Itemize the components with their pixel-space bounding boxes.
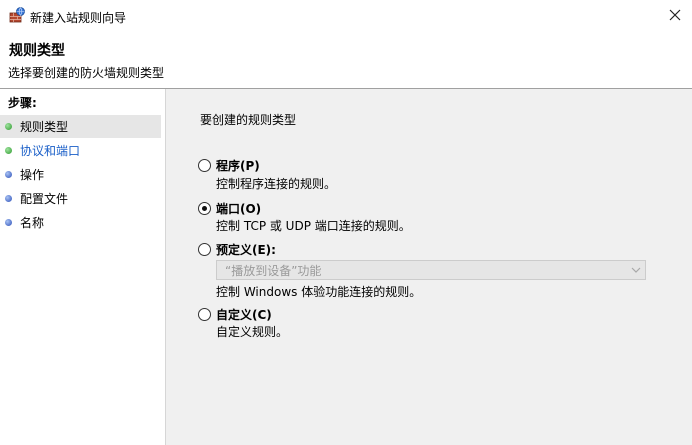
steps-sidebar: 步骤: 规则类型 协议和端口 操作 配置文件 名称 [0,89,165,445]
radio-button[interactable] [198,308,211,321]
step-rule-type[interactable]: 规则类型 [0,115,161,138]
option-description: 控制 Windows 体验功能连接的规则。 [216,285,422,299]
step-blue-dot-icon [5,195,12,202]
step-action[interactable]: 操作 [0,163,161,186]
title-bar: 新建入站规则向导 [0,0,692,34]
rule-type-question: 要创建的规则类型 [200,113,297,127]
option-label: 端口(O) [216,202,262,216]
option-label: 程序(P) [216,159,260,173]
close-button[interactable] [658,0,692,32]
option-description: 控制程序连接的规则。 [216,177,337,191]
close-icon [669,9,681,24]
step-name[interactable]: 名称 [0,211,161,234]
option-port-radio[interactable]: 端口(O) [198,200,261,217]
step-profile[interactable]: 配置文件 [0,187,161,210]
option-predefined-radio[interactable]: 预定义(E): [198,241,276,258]
predefined-rule-dropdown[interactable]: “播放到设备”功能 [216,260,646,280]
step-green-dot-icon [5,123,12,130]
radio-button[interactable] [198,243,211,256]
step-label: 名称 [20,216,45,230]
firewall-wizard-icon [9,7,25,23]
option-program-radio[interactable]: 程序(P) [198,157,260,174]
step-protocol-ports[interactable]: 协议和端口 [0,139,161,162]
step-label: 协议和端口 [20,144,81,158]
chevron-down-icon [627,261,645,279]
page-subtitle: 选择要创建的防火墙规则类型 [8,66,165,80]
step-label: 操作 [20,168,45,182]
option-label: 预定义(E): [216,243,276,257]
step-blue-dot-icon [5,219,12,226]
option-description: 控制 TCP 或 UDP 端口连接的规则。 [216,219,411,233]
option-description: 自定义规则。 [216,325,289,339]
dropdown-value: “播放到设备”功能 [225,263,322,278]
steps-heading: 步骤: [8,96,37,110]
step-label: 规则类型 [20,120,69,134]
option-label: 自定义(C) [216,308,272,322]
step-blue-dot-icon [5,171,12,178]
step-green-dot-icon [5,147,12,154]
page-title: 规则类型 [9,43,65,59]
step-label: 配置文件 [20,192,69,206]
main-content: 要创建的规则类型 程序(P) 控制程序连接的规则。 端口(O) 控制 TCP 或… [166,89,692,445]
option-custom-radio[interactable]: 自定义(C) [198,306,272,323]
wizard-header: 规则类型 选择要创建的防火墙规则类型 [0,34,692,88]
window-title: 新建入站规则向导 [30,11,127,25]
radio-button[interactable] [198,159,211,172]
radio-button-selected[interactable] [198,202,211,215]
